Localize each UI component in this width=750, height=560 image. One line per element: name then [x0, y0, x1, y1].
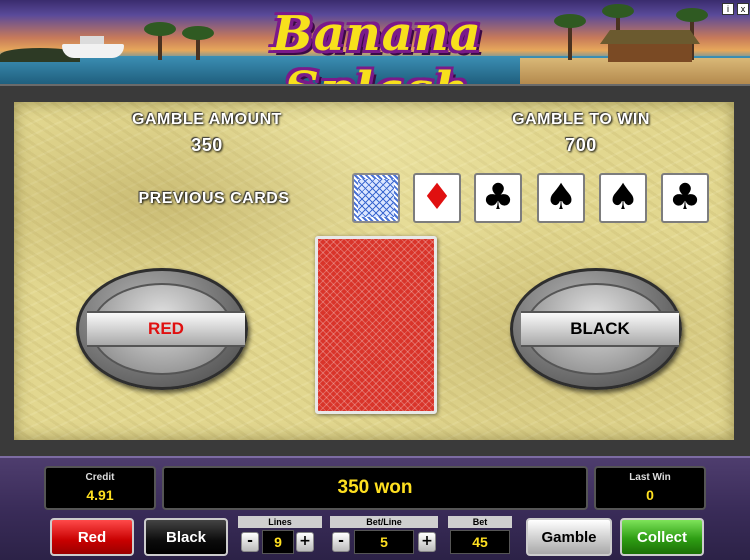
palm-tree-icon: [144, 22, 176, 60]
gamble-black-button[interactable]: BLACK: [510, 268, 682, 390]
spade-icon: ♠: [606, 177, 640, 218]
red-button-label: RED: [87, 311, 245, 347]
club-icon: ♣: [481, 177, 515, 218]
previous-card-diamond: ♦: [413, 173, 461, 223]
message-display: 350 won: [162, 466, 588, 510]
club-icon: ♣: [668, 177, 702, 218]
gamble-red-button[interactable]: RED: [76, 268, 248, 390]
lines-label: Lines: [238, 516, 322, 528]
lines-value: 9: [262, 530, 294, 554]
gamble-button[interactable]: Gamble: [526, 518, 612, 556]
game-title: Banana Splash: [272, 6, 482, 84]
info-icon[interactable]: i: [722, 3, 734, 15]
black-button-inner: BLACK: [521, 283, 679, 375]
bet-value: 45: [450, 530, 510, 554]
bet-line-increase-button[interactable]: +: [418, 532, 436, 552]
previous-card-club: ♣: [661, 173, 709, 223]
lines-increase-button[interactable]: +: [296, 532, 314, 552]
previous-card-spade: ♠: [599, 173, 647, 223]
previous-cards-label: PREVIOUS CARDS: [138, 190, 290, 207]
game-banner: Banana Splash i x: [0, 0, 750, 84]
palm-tree-icon: [554, 14, 586, 60]
spade-icon: ♠: [544, 177, 578, 218]
close-icon[interactable]: x: [737, 3, 749, 15]
previous-card-club: ♣: [474, 173, 522, 223]
gamble-card-face-down: [315, 236, 437, 414]
gamble-to-win-label: GAMBLE TO WIN: [512, 111, 650, 128]
last-win-value: 0: [646, 487, 654, 503]
previous-card-spade: ♠: [537, 173, 585, 223]
bet-line-decrease-button[interactable]: -: [332, 532, 350, 552]
collect-button[interactable]: Collect: [620, 518, 704, 556]
bet-line-label: Bet/Line: [330, 516, 438, 528]
hut-wall: [608, 44, 692, 62]
last-win-display: Last Win 0: [594, 466, 706, 510]
bet-label: Bet: [448, 516, 512, 528]
beach-hut: [600, 30, 700, 62]
lines-decrease-button[interactable]: -: [241, 532, 259, 552]
banner-boat: [62, 36, 124, 58]
gamble-to-win-value: 700: [565, 135, 597, 155]
red-button-inner: RED: [87, 283, 245, 375]
diamond-icon: ♦: [420, 177, 454, 218]
credit-label: Credit: [85, 472, 115, 483]
bet-line-value: 5: [354, 530, 414, 554]
palm-tree-icon: [182, 26, 214, 60]
gamble-amount-label: GAMBLE AMOUNT: [132, 111, 282, 128]
credit-value: 4.91: [86, 487, 114, 503]
hut-roof: [600, 30, 700, 44]
card-back-pattern: [358, 179, 394, 217]
last-win-label: Last Win: [629, 472, 671, 483]
credit-display: Credit 4.91: [44, 466, 156, 510]
previous-card-back: [352, 173, 400, 223]
black-button-label: BLACK: [521, 311, 679, 347]
red-button[interactable]: Red: [50, 518, 134, 556]
black-button[interactable]: Black: [144, 518, 228, 556]
gamble-amount-value: 350: [191, 135, 223, 155]
